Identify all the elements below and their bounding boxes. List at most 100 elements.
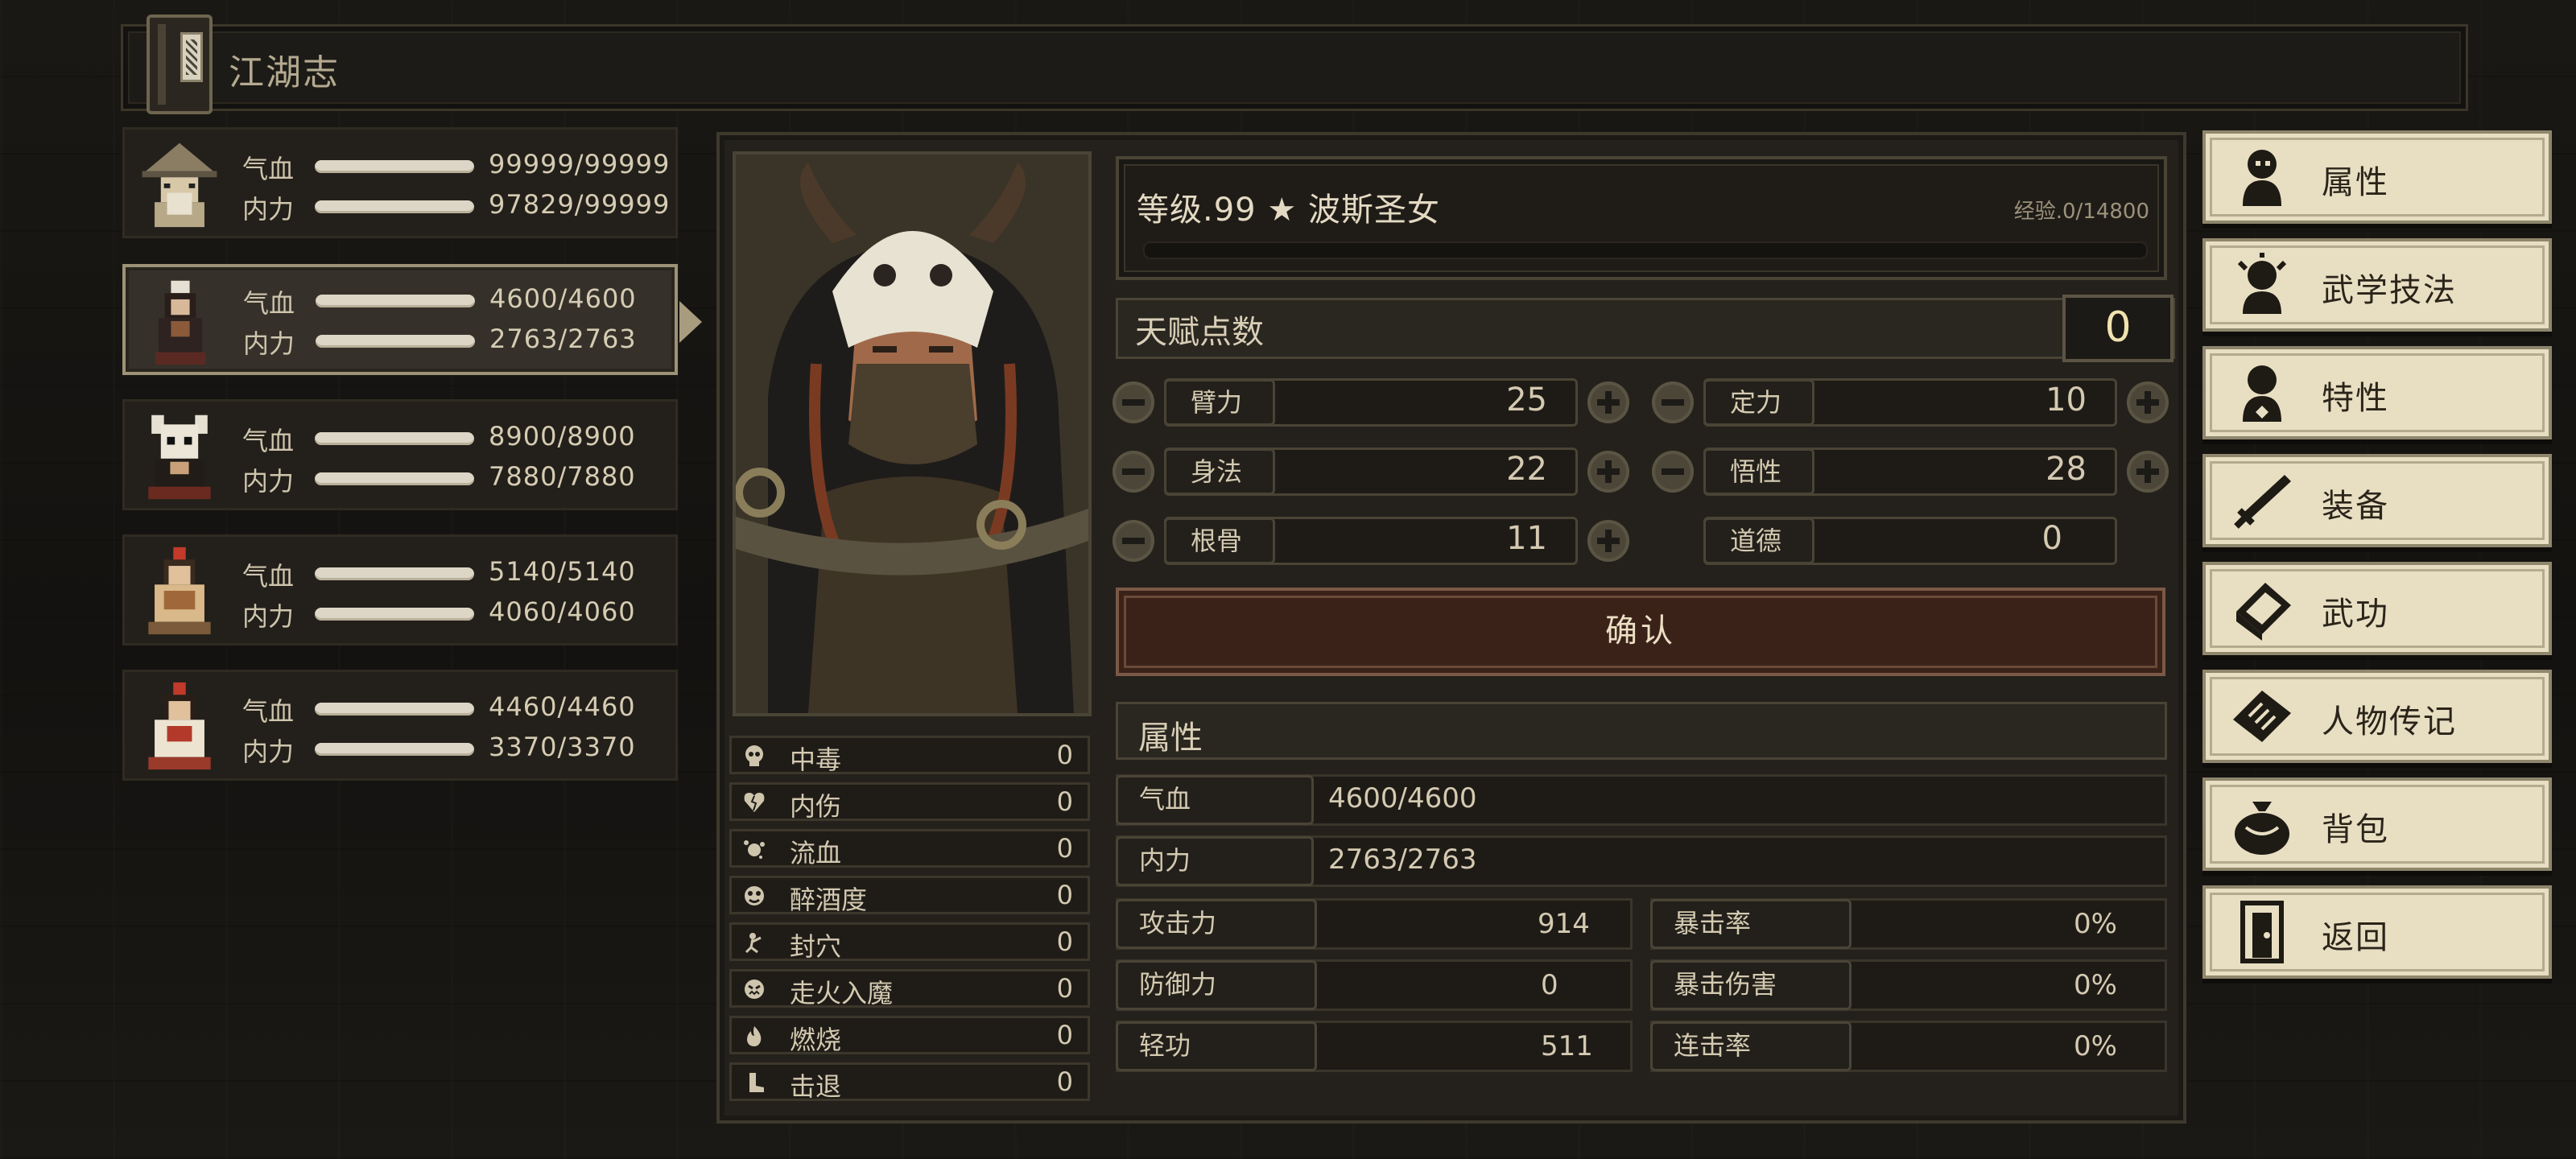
mp-label: 内力 <box>242 194 295 225</box>
party-member-4[interactable]: 气血 5140/5140 内力 4060/4060 <box>122 534 678 645</box>
status-value: 0 <box>1056 880 1073 910</box>
prop-mp-value: 2763/2763 <box>1328 843 1477 876</box>
lightness-label: 轻功 <box>1116 1021 1317 1071</box>
mp-label: 内力 <box>242 466 295 497</box>
demon-icon <box>745 980 764 999</box>
strength-value: 25 <box>1506 382 1547 419</box>
status-name: 击退 <box>790 1071 842 1102</box>
menu-bag[interactable]: 背包 <box>2202 777 2552 871</box>
crit-damage-label: 暴击伤害 <box>1650 960 1852 1010</box>
mp-label: 内力 <box>242 601 295 632</box>
constitution-value: 11 <box>1506 520 1547 557</box>
status-value: 0 <box>1056 740 1073 770</box>
status-name: 内伤 <box>790 791 842 822</box>
status-row-poison: 中毒 0 <box>729 736 1090 775</box>
confirm-button[interactable]: 确认 <box>1116 588 2165 676</box>
combo-rate-label: 连击率 <box>1650 1021 1852 1071</box>
menu-traits[interactable]: 特性 <box>2202 346 2552 439</box>
experience-text: 经验.0/14800 <box>2013 200 2149 224</box>
constitution-decrease-button[interactable] <box>1113 520 1154 562</box>
strength-decrease-button[interactable] <box>1113 382 1154 423</box>
agility-label: 身法 <box>1164 448 1275 495</box>
mp-bar <box>315 472 474 485</box>
party-member-3[interactable]: 气血 8900/8900 内力 7880/7880 <box>122 399 678 510</box>
status-row-sealed-acupoint: 封穴 0 <box>729 922 1090 962</box>
prop-hp-value: 4600/4600 <box>1328 782 1477 815</box>
journal-book-icon <box>147 14 213 114</box>
composure-increase-button[interactable] <box>2127 382 2169 423</box>
drunk-icon <box>745 886 764 905</box>
morality-value: 0 <box>2041 520 2062 557</box>
avatar <box>148 415 211 500</box>
hp-value: 4460/4460 <box>489 691 636 722</box>
constitution-increase-button[interactable] <box>1587 520 1629 562</box>
hp-label: 气血 <box>242 154 295 184</box>
status-row-bleeding: 流血 0 <box>729 829 1090 868</box>
party-member-1[interactable]: 气血 99999/99999 内力 97829/99999 <box>122 127 678 238</box>
hp-label: 气血 <box>243 288 295 319</box>
talent-points-box <box>1116 298 2175 359</box>
menu-attributes[interactable]: 属性 <box>2202 130 2552 224</box>
blood-icon <box>744 840 765 859</box>
character-portrait <box>733 151 1092 716</box>
composure-decrease-button[interactable] <box>1652 382 1694 423</box>
lightness-value: 511 <box>1541 1030 1593 1062</box>
experience-bar <box>1143 241 2148 259</box>
status-name: 走火入魔 <box>790 978 894 1008</box>
menu-martial-skills[interactable]: 武学技法 <box>2202 238 2552 332</box>
menu-label: 背包 <box>2322 811 2389 848</box>
status-row-internal-injury: 内伤 0 <box>729 782 1090 822</box>
crit-damage-value: 0% <box>2074 969 2117 1001</box>
party-member-5[interactable]: 气血 4460/4460 内力 3370/3370 <box>122 670 678 781</box>
party-member-2[interactable]: 气血 4600/4600 内力 2763/2763 <box>122 264 702 375</box>
person-icon <box>2243 150 2281 206</box>
status-value: 0 <box>1056 926 1073 957</box>
comprehension-label: 悟性 <box>1703 448 1814 495</box>
status-value: 0 <box>1056 833 1073 864</box>
status-value: 0 <box>1056 1066 1073 1097</box>
sword-icon <box>2234 475 2291 529</box>
avatar <box>148 547 211 635</box>
menu-label: 特性 <box>2322 380 2389 417</box>
menu-kungfu[interactable]: 武功 <box>2202 562 2552 655</box>
trait-person-icon <box>2243 365 2281 422</box>
hp-bar <box>315 567 474 580</box>
constitution-label: 根骨 <box>1164 518 1275 564</box>
agility-decrease-button[interactable] <box>1113 451 1154 493</box>
comprehension-decrease-button[interactable] <box>1652 451 1694 493</box>
talent-points-value: 0 <box>2062 295 2174 362</box>
menu-label: 武功 <box>2322 596 2389 633</box>
comprehension-increase-button[interactable] <box>2127 451 2169 493</box>
defense-label: 防御力 <box>1116 960 1317 1010</box>
broken-heart-icon <box>744 793 765 812</box>
strength-increase-button[interactable] <box>1587 382 1629 423</box>
avatar <box>155 280 205 365</box>
menu-label: 装备 <box>2322 488 2389 525</box>
composure-value: 10 <box>2046 382 2087 419</box>
martial-person-icon <box>2237 253 2287 314</box>
status-name: 燃烧 <box>790 1025 842 1055</box>
attack-label: 攻击力 <box>1116 899 1317 949</box>
hp-value: 99999/99999 <box>489 149 671 179</box>
crit-rate-label: 暴击率 <box>1650 899 1852 949</box>
level-and-name: 等级.99 ★ 波斯圣女 <box>1137 192 1440 229</box>
boot-icon <box>749 1073 764 1092</box>
hp-label: 气血 <box>242 426 295 456</box>
menu-biography[interactable]: 人物传记 <box>2202 670 2552 763</box>
crit-rate-value: 0% <box>2074 908 2117 940</box>
status-row-drunk: 醉酒度 0 <box>729 876 1090 915</box>
menu-return[interactable]: 返回 <box>2202 885 2552 979</box>
book-icon <box>2236 583 2291 641</box>
strength-label: 臂力 <box>1164 379 1275 426</box>
talent-points-label: 天赋点数 <box>1135 314 1264 351</box>
composure-label: 定力 <box>1703 379 1814 426</box>
acupoint-icon <box>745 933 762 954</box>
avatar <box>142 142 217 228</box>
agility-increase-button[interactable] <box>1587 451 1629 493</box>
scroll-icon <box>2233 691 2291 742</box>
mp-bar <box>315 608 474 621</box>
fire-icon <box>747 1026 762 1046</box>
menu-label: 属性 <box>2322 164 2389 201</box>
hp-value: 5140/5140 <box>489 556 636 587</box>
menu-equipment[interactable]: 装备 <box>2202 454 2552 547</box>
